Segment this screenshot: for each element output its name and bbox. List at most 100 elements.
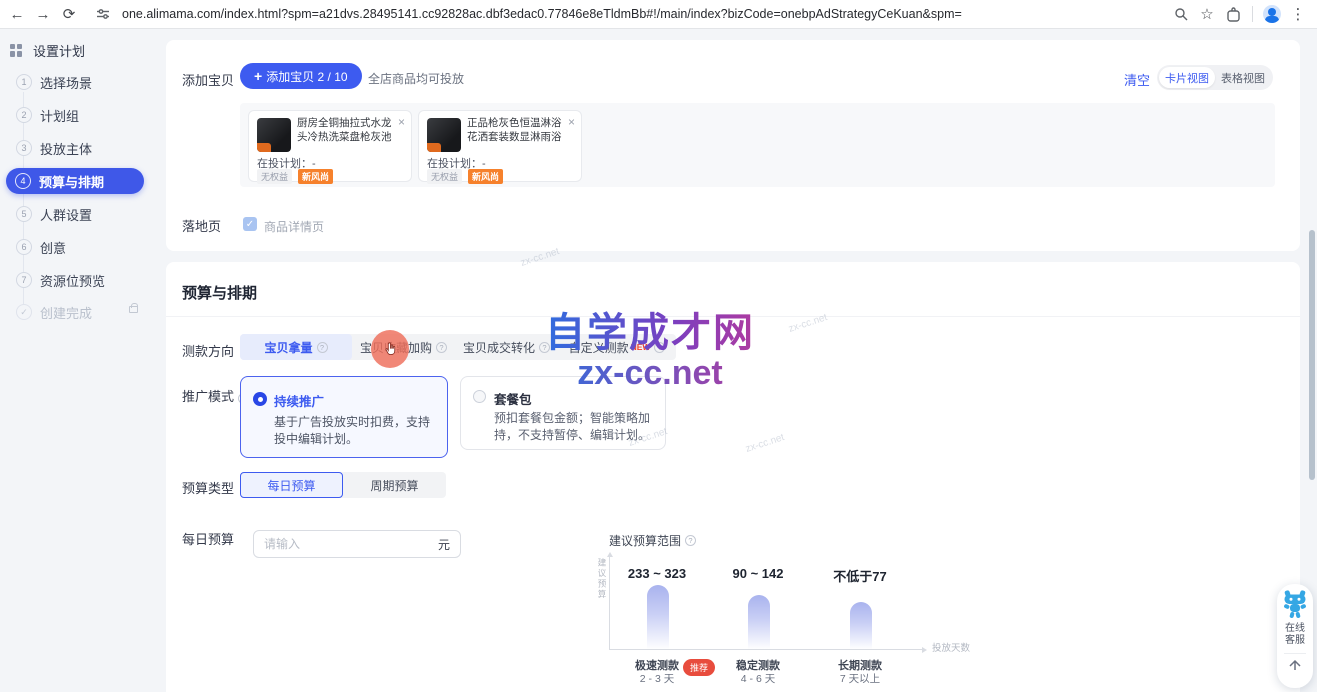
product-card-1[interactable]: 厨房全铜抽拉式水龙头冷热洗菜盘枪灰池水... × 在投计划：- 无权益 新风尚	[248, 110, 412, 182]
section-divider	[166, 316, 1300, 317]
add-product-button-label: 添加宝贝 2 / 10	[266, 68, 347, 85]
budget-type-toggle: 每日预算 周期预算	[240, 472, 446, 498]
daily-budget-tab[interactable]: 每日预算	[240, 472, 343, 498]
no-rights-badge: 无权益	[257, 169, 292, 184]
budget-type-label: 预算类型	[182, 478, 234, 497]
plan-settings-icon	[10, 44, 23, 57]
cursor-click-indicator	[371, 330, 409, 368]
step-label: 选择场景	[40, 73, 92, 92]
sidebar-step-target[interactable]: 3 投放主体	[0, 135, 160, 161]
sidebar-header-label: 设置计划	[33, 41, 85, 60]
radio-selected-icon	[253, 392, 267, 406]
option-title: 套餐包	[494, 389, 532, 408]
daily-budget-label: 每日预算	[182, 529, 234, 548]
extensions-icon[interactable]	[1220, 3, 1246, 25]
product-image	[427, 118, 461, 152]
add-products-label: 添加宝贝	[182, 70, 234, 89]
new-badge: NEW	[631, 342, 651, 352]
tab-item-conversion[interactable]: 宝贝成交转化 ?	[455, 334, 558, 360]
step-check-icon: ✓	[16, 304, 32, 320]
menu-kebab-icon[interactable]: ⋮	[1285, 3, 1311, 25]
option-title: 持续推广	[274, 391, 324, 410]
suggested-budget-chart: 建议预算范围? 建议预算 233 ~ 323 90 ~ 142 不低于77 投放…	[595, 528, 985, 692]
tab-label: 宝贝成交转化	[463, 339, 535, 356]
sidebar-step-budget-schedule[interactable]: 4 预算与排期	[6, 168, 144, 194]
step-label: 预算与排期	[39, 172, 104, 191]
forward-icon[interactable]: →	[30, 3, 56, 25]
promo-mode-label-text: 推广模式	[182, 389, 234, 404]
back-to-top-icon[interactable]	[1288, 658, 1302, 672]
chart-title: 建议预算范围?	[609, 532, 696, 549]
site-info-icon[interactable]	[90, 3, 116, 25]
sidebar-step-complete: ✓ 创建完成	[0, 299, 160, 325]
scrollbar-thumb[interactable]	[1309, 230, 1315, 480]
product-title: 正品枪灰色恒温淋浴花洒套装数显淋雨浴全...	[467, 117, 567, 144]
landing-page-label: 落地页	[182, 216, 221, 235]
chart-y-axis-label: 建议预算	[596, 558, 608, 600]
tab-label: 自定义测款	[569, 339, 629, 356]
sidebar-step-select-scene[interactable]: 1 选择场景	[0, 69, 160, 95]
product-tags: 无权益 新风尚	[427, 169, 503, 184]
screen: ← → ⟳ one.alimama.com/index.html?spm=a21…	[0, 0, 1317, 692]
view-toggle: 卡片视图 表格视图	[1157, 65, 1273, 90]
tab-item-take-volume[interactable]: 宝贝拿量 ?	[240, 334, 352, 360]
option-desc: 基于广告投放实时扣费，支持投中编辑计划。	[274, 414, 436, 448]
step-number: 7	[16, 272, 32, 288]
step-number: 3	[16, 140, 32, 156]
landing-checkbox[interactable]: ✓	[243, 217, 257, 231]
step-label: 投放主体	[40, 139, 92, 158]
info-icon: ?	[436, 342, 447, 353]
hand-cursor-icon	[382, 341, 399, 358]
chart-x-axis-label: 投放天数	[932, 640, 970, 654]
sidebar-step-creative[interactable]: 6 创意	[0, 234, 160, 260]
product-card-2[interactable]: 正品枪灰色恒温淋浴花洒套装数显淋雨浴全... × 在投计划：- 无权益 新风尚	[418, 110, 582, 182]
toolbar-divider	[1252, 6, 1253, 22]
chart-title-text: 建议预算范围	[609, 532, 681, 549]
tab-item-custom[interactable]: 自定义测款 NEW ?	[558, 334, 676, 360]
customer-service-widget[interactable]: 在线客服	[1277, 584, 1313, 688]
table-view-toggle[interactable]: 表格视图	[1215, 67, 1271, 88]
add-products-card: 添加宝贝 + 添加宝贝 2 / 10 全店商品均可投放 清空 卡片视图 表格视图…	[166, 40, 1300, 251]
new-trend-badge: 新风尚	[468, 169, 503, 184]
step-label: 人群设置	[40, 205, 92, 224]
product-strip: 厨房全铜抽拉式水龙头冷热洗菜盘枪灰池水... × 在投计划：- 无权益 新风尚 …	[240, 103, 1275, 187]
browser-toolbar: ← → ⟳ one.alimama.com/index.html?spm=a21…	[0, 0, 1317, 29]
period-budget-tab[interactable]: 周期预算	[343, 472, 446, 498]
sidebar-step-placement-preview[interactable]: 7 资源位预览	[0, 267, 160, 293]
add-product-button[interactable]: + 添加宝贝 2 / 10	[240, 63, 362, 89]
reload-icon[interactable]: ⟳	[56, 3, 82, 25]
clear-all-link[interactable]: 清空	[1124, 70, 1150, 89]
sidebar-step-plan-group[interactable]: 2 计划组	[0, 102, 160, 128]
search-icon[interactable]	[1168, 3, 1194, 25]
check-icon: ✓	[246, 219, 254, 230]
card-view-toggle[interactable]: 卡片视图	[1159, 67, 1215, 88]
sidebar-step-audience[interactable]: 5 人群设置	[0, 201, 160, 227]
step-label: 计划组	[40, 106, 79, 125]
profile-avatar[interactable]	[1259, 3, 1285, 25]
product-tags: 无权益 新风尚	[257, 169, 333, 184]
add-products-hint: 全店商品均可投放	[368, 70, 464, 87]
close-icon[interactable]: ×	[568, 115, 575, 129]
promo-option-package[interactable]: 套餐包 预扣套餐包金额；智能策略加持，不支持暂停、编辑计划。	[460, 376, 666, 450]
step-label: 创意	[40, 238, 66, 257]
service-label: 在线客服	[1285, 623, 1305, 647]
bookmark-star-icon[interactable]: ☆	[1194, 3, 1220, 25]
new-trend-badge: 新风尚	[298, 169, 333, 184]
close-icon[interactable]: ×	[398, 115, 405, 129]
no-rights-badge: 无权益	[427, 169, 462, 184]
chart-bar-1	[748, 595, 770, 649]
bar-value-label: 233 ~ 323	[628, 566, 686, 581]
promo-mode-label: 推广模式?	[182, 386, 249, 405]
daily-budget-input[interactable]	[254, 537, 438, 551]
service-label-line1: 在线	[1285, 623, 1305, 634]
step-label: 创建完成	[40, 303, 92, 322]
step-number: 1	[16, 74, 32, 90]
promo-option-continuous[interactable]: 持续推广 基于广告投放实时扣费，支持投中编辑计划。	[240, 376, 448, 458]
step-number: 6	[16, 239, 32, 255]
budget-schedule-card: 预算与排期 测款方向 宝贝拿量 ? 宝贝收藏加购 ? 宝贝成交转化 ? 自定义测…	[166, 262, 1300, 692]
url-bar[interactable]: one.alimama.com/index.html?spm=a21dvs.28…	[122, 7, 1168, 21]
back-icon[interactable]: ←	[4, 3, 30, 25]
test-direction-label: 测款方向	[182, 341, 234, 360]
product-title: 厨房全铜抽拉式水龙头冷热洗菜盘枪灰池水...	[297, 117, 397, 144]
service-divider	[1284, 653, 1306, 654]
